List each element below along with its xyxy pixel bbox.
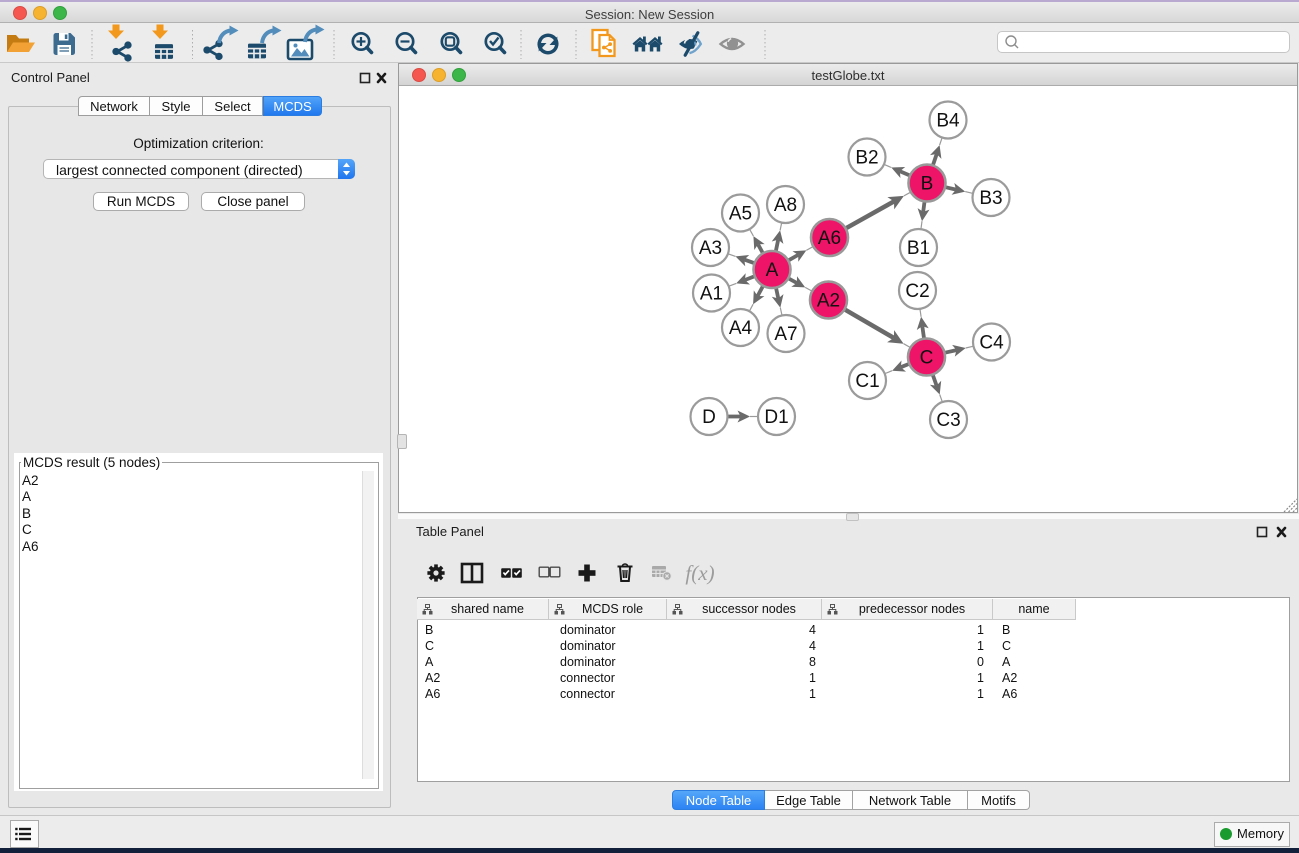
svg-text:C4: C4 [979, 333, 1004, 354]
svg-text:A6: A6 [818, 228, 841, 249]
svg-text:C1: C1 [855, 371, 879, 392]
svg-text:A1: A1 [700, 284, 723, 305]
svg-text:B2: B2 [855, 148, 878, 169]
svg-text:A7: A7 [774, 324, 797, 345]
svg-text:D: D [702, 407, 716, 428]
svg-text:C2: C2 [905, 281, 929, 302]
svg-text:B4: B4 [936, 111, 960, 132]
svg-text:A5: A5 [729, 204, 752, 225]
svg-text:A8: A8 [774, 195, 797, 216]
svg-text:A2: A2 [817, 291, 840, 312]
svg-text:B1: B1 [907, 238, 930, 259]
svg-text:D1: D1 [764, 407, 788, 428]
svg-text:B: B [921, 174, 934, 195]
svg-text:f(x): f(x) [685, 561, 714, 585]
svg-text:A3: A3 [699, 238, 722, 259]
svg-text:B3: B3 [979, 188, 1002, 209]
svg-text:C: C [920, 348, 934, 369]
svg-text:A4: A4 [729, 318, 753, 339]
svg-text:A: A [766, 260, 779, 281]
svg-text:C3: C3 [936, 410, 960, 431]
